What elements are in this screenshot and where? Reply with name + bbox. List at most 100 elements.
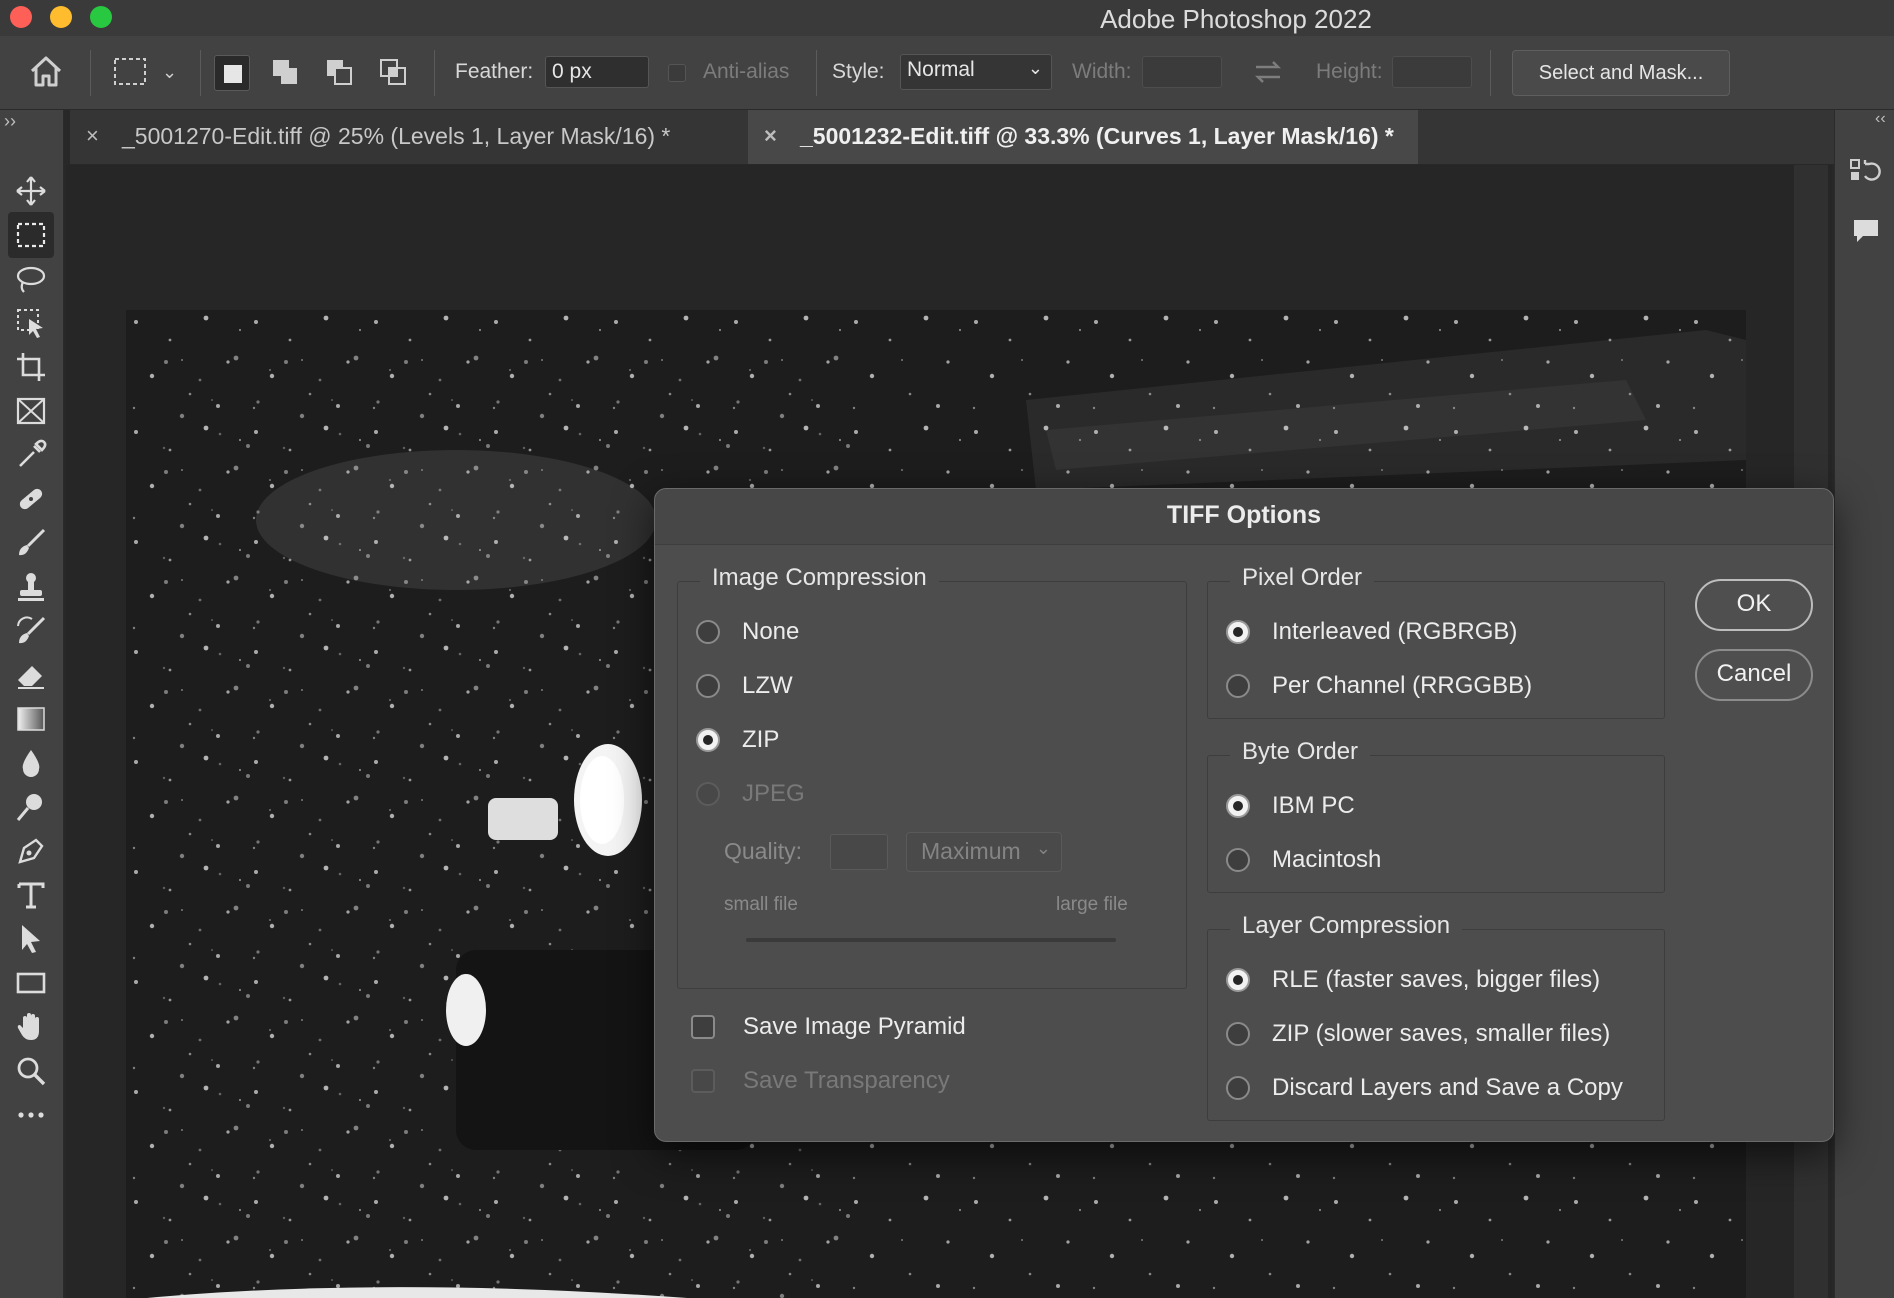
- radio-button[interactable]: [1226, 674, 1250, 698]
- radio-button[interactable]: [1226, 1076, 1250, 1100]
- tab-document-1[interactable]: × _5001270-Edit.tiff @ 25% (Levels 1, La…: [70, 110, 746, 164]
- layer-compression-group: Layer Compression RLE (faster saves, big…: [1207, 912, 1665, 1121]
- move-tool-icon[interactable]: [8, 168, 54, 214]
- type-tool-icon[interactable]: [8, 872, 54, 918]
- chevron-down-icon[interactable]: ⌄: [162, 62, 177, 83]
- add-to-selection-icon[interactable]: [268, 55, 304, 91]
- blur-tool-icon[interactable]: [8, 740, 54, 786]
- radio-button: [696, 782, 720, 806]
- option-label: Discard Layers and Save a Copy: [1272, 1074, 1623, 1101]
- byte-order-ibm-pc-option[interactable]: IBM PC: [1226, 792, 1355, 820]
- style-label: Style:: [832, 60, 885, 83]
- healing-brush-tool-icon[interactable]: [8, 476, 54, 522]
- brush-tool-icon[interactable]: [8, 520, 54, 566]
- path-selection-tool-icon[interactable]: [8, 916, 54, 962]
- app-title: Adobe Photoshop 2022: [1100, 4, 1372, 34]
- options-bar: ⌄ Feather: 0 px Anti-alias Style: Normal…: [0, 36, 1894, 110]
- option-label: Macintosh: [1272, 846, 1382, 873]
- checkbox[interactable]: [691, 1015, 715, 1039]
- title-bar: Adobe Photoshop 2022: [0, 0, 1894, 36]
- lasso-tool-icon[interactable]: [8, 256, 54, 302]
- radio-button[interactable]: [1226, 848, 1250, 872]
- option-label: None: [742, 618, 800, 645]
- history-brush-tool-icon[interactable]: [8, 608, 54, 654]
- tab-label: _5001270-Edit.tiff @ 25% (Levels 1, Laye…: [122, 123, 671, 149]
- anti-alias-label: Anti-alias: [703, 60, 790, 83]
- radio-button[interactable]: [696, 674, 720, 698]
- option-label: RLE (faster saves, bigger files): [1272, 966, 1601, 993]
- clone-stamp-tool-icon[interactable]: [8, 564, 54, 610]
- chevron-down-icon: ⌄: [1027, 58, 1043, 78]
- layer-compression-discard-option[interactable]: Discard Layers and Save a Copy: [1226, 1074, 1623, 1102]
- eyedropper-tool-icon[interactable]: [8, 432, 54, 478]
- save-transparency-option: Save Transparency: [691, 1067, 950, 1095]
- checkbox: [691, 1069, 715, 1093]
- byte-order-group: Byte Order IBM PC Macintosh: [1207, 738, 1665, 893]
- radio-button-selected[interactable]: [1226, 620, 1250, 644]
- pixel-order-legend: Pixel Order: [1230, 564, 1375, 592]
- history-panel-icon[interactable]: [1849, 156, 1881, 195]
- pixel-order-per-channel-option[interactable]: Per Channel (RRGGBB): [1226, 672, 1532, 700]
- radio-button-selected[interactable]: [1226, 794, 1250, 818]
- zoom-window-button[interactable]: [90, 6, 112, 28]
- tab-document-2[interactable]: × _5001232-Edit.tiff @ 33.3% (Curves 1, …: [748, 110, 1418, 164]
- close-window-button[interactable]: [10, 6, 32, 28]
- radio-button[interactable]: [1226, 1022, 1250, 1046]
- close-tab-icon[interactable]: ×: [764, 110, 777, 162]
- radio-button[interactable]: [696, 620, 720, 644]
- tab-label: _5001232-Edit.tiff @ 33.3% (Curves 1, La…: [800, 123, 1394, 149]
- save-image-pyramid-option[interactable]: Save Image Pyramid: [691, 1013, 966, 1041]
- intersect-selection-icon[interactable]: [376, 55, 412, 91]
- subtract-from-selection-icon[interactable]: [322, 55, 358, 91]
- anti-alias-checkbox[interactable]: [668, 64, 686, 82]
- minimize-window-button[interactable]: [50, 6, 72, 28]
- cancel-button[interactable]: Cancel: [1695, 649, 1813, 701]
- option-label: JPEG: [742, 780, 805, 807]
- frame-tool-icon[interactable]: [8, 388, 54, 434]
- ok-button[interactable]: OK: [1695, 579, 1813, 631]
- close-tab-icon[interactable]: ×: [86, 110, 99, 162]
- rectangle-tool-icon[interactable]: [8, 960, 54, 1006]
- layer-compression-zip-option[interactable]: ZIP (slower saves, smaller files): [1226, 1020, 1610, 1048]
- height-input[interactable]: [1392, 56, 1472, 88]
- layer-compression-legend: Layer Compression: [1230, 912, 1463, 940]
- crop-tool-icon[interactable]: [8, 344, 54, 390]
- eraser-tool-icon[interactable]: [8, 652, 54, 698]
- comments-panel-icon[interactable]: [1851, 216, 1881, 251]
- marquee-preset-icon[interactable]: [112, 56, 148, 93]
- zoom-tool-icon[interactable]: [8, 1048, 54, 1094]
- radio-button-selected[interactable]: [696, 728, 720, 752]
- compression-jpeg-option: JPEG: [696, 780, 805, 808]
- home-icon[interactable]: [28, 54, 64, 93]
- more-tools-icon[interactable]: [8, 1092, 54, 1138]
- radio-button-selected[interactable]: [1226, 968, 1250, 992]
- option-label: ZIP (slower saves, smaller files): [1272, 1020, 1611, 1047]
- style-select[interactable]: Normal ⌄: [900, 54, 1052, 90]
- select-and-mask-button[interactable]: Select and Mask...: [1512, 50, 1730, 96]
- quality-select: Maximum ⌄: [906, 832, 1062, 872]
- object-selection-tool-icon[interactable]: [8, 300, 54, 346]
- quality-slider: [746, 938, 1116, 942]
- gradient-tool-icon[interactable]: [8, 696, 54, 742]
- marquee-tool-icon[interactable]: [8, 212, 54, 258]
- compression-zip-option[interactable]: ZIP: [696, 726, 779, 754]
- dodge-tool-icon[interactable]: [8, 784, 54, 830]
- width-input[interactable]: [1142, 56, 1222, 88]
- pen-tool-icon[interactable]: [8, 828, 54, 874]
- quality-label: Quality:: [724, 838, 802, 864]
- hand-tool-icon[interactable]: [8, 1004, 54, 1050]
- option-label: IBM PC: [1272, 792, 1355, 819]
- new-selection-icon[interactable]: [214, 55, 250, 91]
- layer-compression-rle-option[interactable]: RLE (faster saves, bigger files): [1226, 966, 1600, 994]
- height-label: Height:: [1316, 60, 1383, 83]
- byte-order-macintosh-option[interactable]: Macintosh: [1226, 846, 1381, 874]
- collapse-dock-icon[interactable]: ‹‹: [1875, 110, 1886, 128]
- compression-lzw-option[interactable]: LZW: [696, 672, 793, 700]
- option-label: ZIP: [742, 726, 780, 753]
- pixel-order-interleaved-option[interactable]: Interleaved (RGBRGB): [1226, 618, 1517, 646]
- swap-icon[interactable]: [1252, 58, 1284, 91]
- collapse-panel-icon[interactable]: ››: [4, 111, 16, 132]
- feather-input[interactable]: 0 px: [545, 56, 649, 88]
- compression-none-option[interactable]: None: [696, 618, 799, 646]
- feather-label: Feather:: [455, 60, 534, 83]
